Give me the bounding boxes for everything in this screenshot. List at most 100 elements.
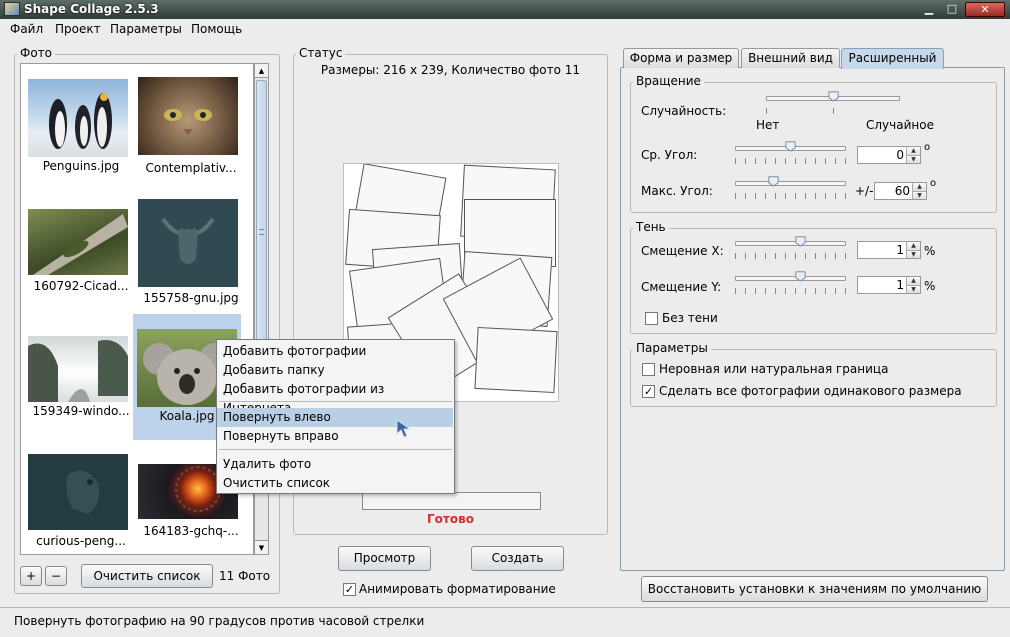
offset-y-label: Смещение Y: [641, 280, 722, 294]
scroll-down-icon[interactable]: ▼ [255, 540, 268, 554]
statusbar-divider [0, 607, 1010, 608]
spin-up-icon[interactable]: ▲ [906, 277, 920, 285]
randomness-slider[interactable] [766, 90, 900, 114]
tab-shape-size[interactable]: Форма и размер [623, 48, 739, 68]
menu-help[interactable]: Помощь [191, 22, 242, 36]
slider-thumb[interactable] [784, 141, 797, 152]
randomness-min-label: Нет [756, 118, 780, 132]
menu-bar: Файл Проект Параметры Помощь [0, 19, 1010, 41]
menu-file[interactable]: Файл [10, 22, 43, 36]
curious-penguin-image [66, 470, 100, 514]
uneven-border-label: Неровная или натуральная граница [659, 362, 889, 376]
degree-symbol: o [924, 142, 931, 153]
thumb-caption: curious-peng... [36, 534, 126, 548]
rotation-legend: Вращение [633, 74, 704, 88]
close-icon[interactable]: ✕ [965, 2, 1005, 17]
thumb-winter[interactable] [28, 336, 128, 402]
max-angle-spinner[interactable]: 60 ▲ ▼ [874, 182, 927, 200]
ctx-add-photos[interactable]: Добавить фотографии [217, 342, 453, 361]
status-legend: Статус [296, 46, 346, 60]
window-title: Shape Collage 2.5.3 [24, 2, 159, 16]
spin-up-icon[interactable]: ▲ [912, 183, 926, 191]
mouse-cursor-icon [396, 419, 412, 438]
ctx-clear-list[interactable]: Очистить список [217, 474, 453, 493]
same-size-checkbox[interactable]: ✓ [642, 385, 655, 398]
thumb-penguins[interactable] [28, 79, 128, 157]
spin-up-icon[interactable]: ▲ [906, 147, 920, 155]
clear-list-button[interactable]: Очистить список [81, 564, 213, 588]
slider-track [735, 241, 846, 246]
restore-defaults-button[interactable]: Восстановить установки к значениям по ум… [641, 576, 988, 602]
slider-ticks [735, 253, 846, 259]
slider-thumb[interactable] [794, 271, 807, 282]
thumb-cat[interactable] [138, 77, 238, 155]
avg-angle-label: Ср. Угол: [641, 148, 698, 162]
ctx-rotate-left[interactable]: Повернуть влево [217, 408, 453, 427]
maximize-icon[interactable]: □ [941, 2, 963, 17]
menu-parameters[interactable]: Параметры [110, 22, 182, 36]
params-legend: Параметры [633, 341, 711, 355]
status-ready-text: Готово [427, 512, 474, 526]
create-button[interactable]: Создать [471, 546, 564, 571]
offset-y-spinner[interactable]: 1 ▲ ▼ [857, 276, 921, 294]
percent-symbol: % [924, 244, 936, 258]
preview-button[interactable]: Просмотр [338, 546, 431, 571]
max-angle-value: 60 [894, 184, 910, 198]
max-angle-slider[interactable] [735, 175, 846, 199]
add-photo-button[interactable]: + [20, 566, 42, 586]
menu-project[interactable]: Проект [55, 22, 101, 36]
thumb-gnu[interactable] [138, 199, 238, 287]
ctx-add-from-internet[interactable]: Добавить фотографии из Интернета [217, 380, 453, 415]
slider-ticks [735, 193, 846, 199]
spin-down-icon[interactable]: ▼ [906, 250, 920, 258]
params-group [630, 349, 997, 407]
minimize-icon[interactable]: ▁ [918, 2, 940, 17]
title-bar[interactable]: Shape Collage 2.5.3 ▁ □ ✕ [0, 0, 1010, 19]
avg-angle-value: 0 [896, 148, 904, 162]
thumb-caption: 159349-windo... [32, 404, 130, 418]
shadow-legend: Тень [633, 220, 669, 234]
ctx-add-folder[interactable]: Добавить папку [217, 361, 453, 380]
scroll-up-icon[interactable]: ▲ [255, 64, 268, 78]
offset-y-slider[interactable] [735, 270, 846, 294]
spin-down-icon[interactable]: ▼ [906, 155, 920, 163]
tab-advanced[interactable]: Расширенный [841, 48, 944, 69]
percent-symbol: % [924, 279, 936, 293]
tab-appearance[interactable]: Внешний вид [741, 48, 840, 68]
offset-x-spinner[interactable]: 1 ▲ ▼ [857, 241, 921, 259]
ctx-delete-photo[interactable]: Удалить фото [217, 455, 453, 474]
animate-checkbox[interactable]: ✓ [343, 583, 356, 596]
avg-angle-slider[interactable] [735, 140, 846, 164]
slider-thumb[interactable] [794, 236, 807, 247]
slider-thumb[interactable] [767, 176, 780, 187]
menu-separator [219, 449, 452, 450]
offset-x-slider[interactable] [735, 235, 846, 259]
uneven-border-checkbox[interactable] [642, 363, 655, 376]
thumb-curious-penguin[interactable] [28, 454, 128, 530]
thumb-cicada[interactable] [28, 209, 128, 275]
spin-up-icon[interactable]: ▲ [906, 242, 920, 250]
progress-bar [362, 492, 541, 510]
slider-track [735, 276, 846, 281]
slider-thumb[interactable] [827, 91, 840, 102]
collage-photo [474, 326, 558, 394]
thumb-caption: 160792-Cicad... [33, 279, 129, 293]
gnu-image [161, 217, 215, 264]
ctx-rotate-right[interactable]: Повернуть вправо [217, 427, 453, 446]
max-angle-label: Макс. Угол: [641, 184, 713, 198]
avg-angle-spinner[interactable]: 0 ▲ ▼ [857, 146, 921, 164]
photos-legend: Фото [17, 46, 56, 60]
thumb-caption: 164183-gchq-... [143, 524, 239, 538]
spin-down-icon[interactable]: ▼ [912, 191, 926, 199]
grip-icon [259, 229, 264, 235]
spin-down-icon[interactable]: ▼ [906, 285, 920, 293]
slider-track [735, 181, 846, 186]
offset-y-value: 1 [896, 278, 904, 292]
offset-x-label: Смещение X: [641, 244, 724, 258]
no-shadow-checkbox[interactable] [645, 312, 658, 325]
thumb-caption: Contemplativ... [145, 161, 237, 175]
no-shadow-label: Без тени [662, 311, 718, 325]
thumb-caption: 155758-gnu.jpg [143, 291, 239, 305]
app-window: Shape Collage 2.5.3 ▁ □ ✕ Файл Проект Па… [0, 0, 1010, 637]
remove-photo-button[interactable]: − [45, 566, 67, 586]
